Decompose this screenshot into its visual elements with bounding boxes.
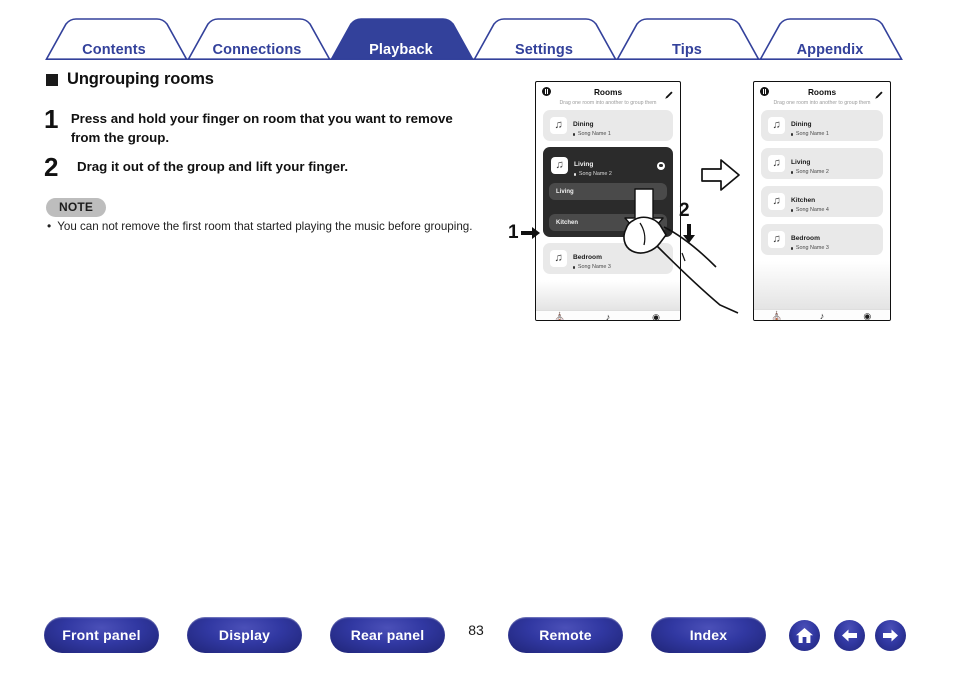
phone-tab-rooms[interactable]: ⛪ Rooms xyxy=(754,311,799,321)
room-card-living[interactable]: ♫ Living Song Name 2 xyxy=(761,148,883,179)
step-2-number: 2 xyxy=(44,152,59,182)
rooms-icon: ⛪ xyxy=(771,311,783,321)
room-card-kitchen[interactable]: ♫ Kitchen Song Name 4 xyxy=(761,186,883,217)
music-note-icon: ♫ xyxy=(768,193,785,210)
step-2: 2 Drag it out of the group and lift your… xyxy=(44,154,464,180)
room-song: Song Name 3 xyxy=(791,245,876,252)
phone-after-fade xyxy=(754,261,890,309)
home-icon[interactable] xyxy=(789,620,820,651)
phone-after-subtitle: Drag one room into another to group them xyxy=(773,100,871,106)
tab-connections[interactable]: Connections xyxy=(213,42,302,58)
room-song: Song Name 1 xyxy=(791,131,876,138)
room-name: Kitchen xyxy=(791,196,816,204)
phone-tab-now-playing[interactable]: ◉ Now Playing xyxy=(845,311,890,321)
hand-pointer-illustration xyxy=(623,216,739,314)
nav-rear-panel-button[interactable]: Rear panel xyxy=(330,617,445,653)
note-text: You can not remove the first room that s… xyxy=(57,220,473,233)
tab-playback[interactable]: Playback xyxy=(369,42,433,58)
room-card-dining[interactable]: ♫ Dining Song Name 1 xyxy=(543,110,673,141)
music-note-icon: ♫ xyxy=(550,117,567,134)
nav-remote-button[interactable]: Remote xyxy=(508,617,623,653)
room-card-dining[interactable]: ♫ Dining Song Name 1 xyxy=(761,110,883,141)
group-member-label: Living xyxy=(556,188,574,195)
room-name: Bedroom xyxy=(791,234,820,242)
now-playing-icon: ◉ xyxy=(863,311,872,321)
room-card-bedroom[interactable]: ♫ Bedroom Song Name 3 xyxy=(761,224,883,255)
rooms-icon: ⛪ xyxy=(554,312,566,321)
tab-contents[interactable]: Contents xyxy=(82,42,146,58)
music-note-icon: ♫ xyxy=(768,231,785,248)
group-header: ♫ Living Song Name 2 xyxy=(549,152,667,183)
step-2-text: Drag it out of the group and lift your f… xyxy=(77,159,349,174)
phone-after-header: Rooms xyxy=(754,82,890,101)
phone-mockup-after: Rooms Drag one room into another to grou… xyxy=(753,81,891,321)
group-song: Song Name 2 xyxy=(574,171,657,178)
music-note-icon: ♫ xyxy=(550,250,567,268)
back-arrow-icon[interactable] xyxy=(834,620,865,651)
phone-after-title: Rooms xyxy=(807,86,837,97)
phone-before-title: Rooms xyxy=(593,86,623,97)
room-song: Song Name 2 xyxy=(791,169,876,176)
music-icon: ♪ xyxy=(819,311,825,321)
note-bullet-line: • You can not remove the first room that… xyxy=(47,219,473,234)
pause-circle-icon[interactable] xyxy=(760,87,769,96)
step-1: 1 Press and hold your finger on room tha… xyxy=(44,106,464,148)
page-title: Ungrouping rooms xyxy=(67,70,214,88)
music-note-icon: ♫ xyxy=(768,155,785,172)
transition-right-arrow-icon xyxy=(701,159,740,191)
room-song: Song Name 1 xyxy=(573,131,666,138)
tab-appendix[interactable]: Appendix xyxy=(797,42,864,58)
step-1-number: 1 xyxy=(44,104,59,134)
nav-front-panel-button[interactable]: Front panel xyxy=(44,617,159,653)
note-badge: NOTE xyxy=(46,198,107,217)
annotation-1-number: 1 xyxy=(508,222,519,243)
group-radio-icon[interactable] xyxy=(657,161,665,170)
tab-settings[interactable]: Settings xyxy=(515,42,573,58)
pause-circle-icon[interactable] xyxy=(542,87,551,96)
forward-arrow-icon[interactable] xyxy=(875,620,906,651)
phone-after-room-list: ♫ Dining Song Name 1 ♫ Living Song Name … xyxy=(754,110,890,255)
nav-display-button[interactable]: Display xyxy=(187,617,302,653)
group-name: Living xyxy=(574,161,594,168)
pencil-edit-icon[interactable] xyxy=(664,87,674,99)
annotation-1-arrow-icon xyxy=(521,227,540,239)
bullet-icon: • xyxy=(47,219,52,233)
group-member-label: Kitchen xyxy=(556,219,579,226)
music-note-icon: ♫ xyxy=(551,157,568,174)
tab-tips[interactable]: Tips xyxy=(672,42,702,58)
room-name: Dining xyxy=(791,120,812,128)
phone-tab-rooms[interactable]: ⛪ Rooms xyxy=(536,312,584,321)
square-bullet-icon xyxy=(46,73,58,86)
phone-before-subtitle: Drag one room into another to group them xyxy=(559,100,657,106)
music-note-icon: ♫ xyxy=(768,117,785,134)
section-heading: Ungrouping rooms xyxy=(46,70,214,89)
room-name: Dining xyxy=(573,120,594,128)
step-1-text: Press and hold your finger on room that … xyxy=(70,111,453,145)
phone-after-tabbar: ⛪ Rooms ♪ Music ◉ Now Playing xyxy=(754,309,890,321)
top-tab-bar: Contents Connections Playback Settings T… xyxy=(0,18,954,60)
room-song: Song Name 4 xyxy=(791,207,876,214)
room-name: Living xyxy=(791,158,811,166)
phone-before-header: Rooms xyxy=(536,82,680,101)
nav-index-button[interactable]: Index xyxy=(651,617,766,653)
phone-tab-music[interactable]: ♪ Music xyxy=(799,311,844,321)
pencil-edit-icon[interactable] xyxy=(874,87,884,99)
room-name: Bedroom xyxy=(573,254,602,261)
page-number: 83 xyxy=(468,622,484,638)
